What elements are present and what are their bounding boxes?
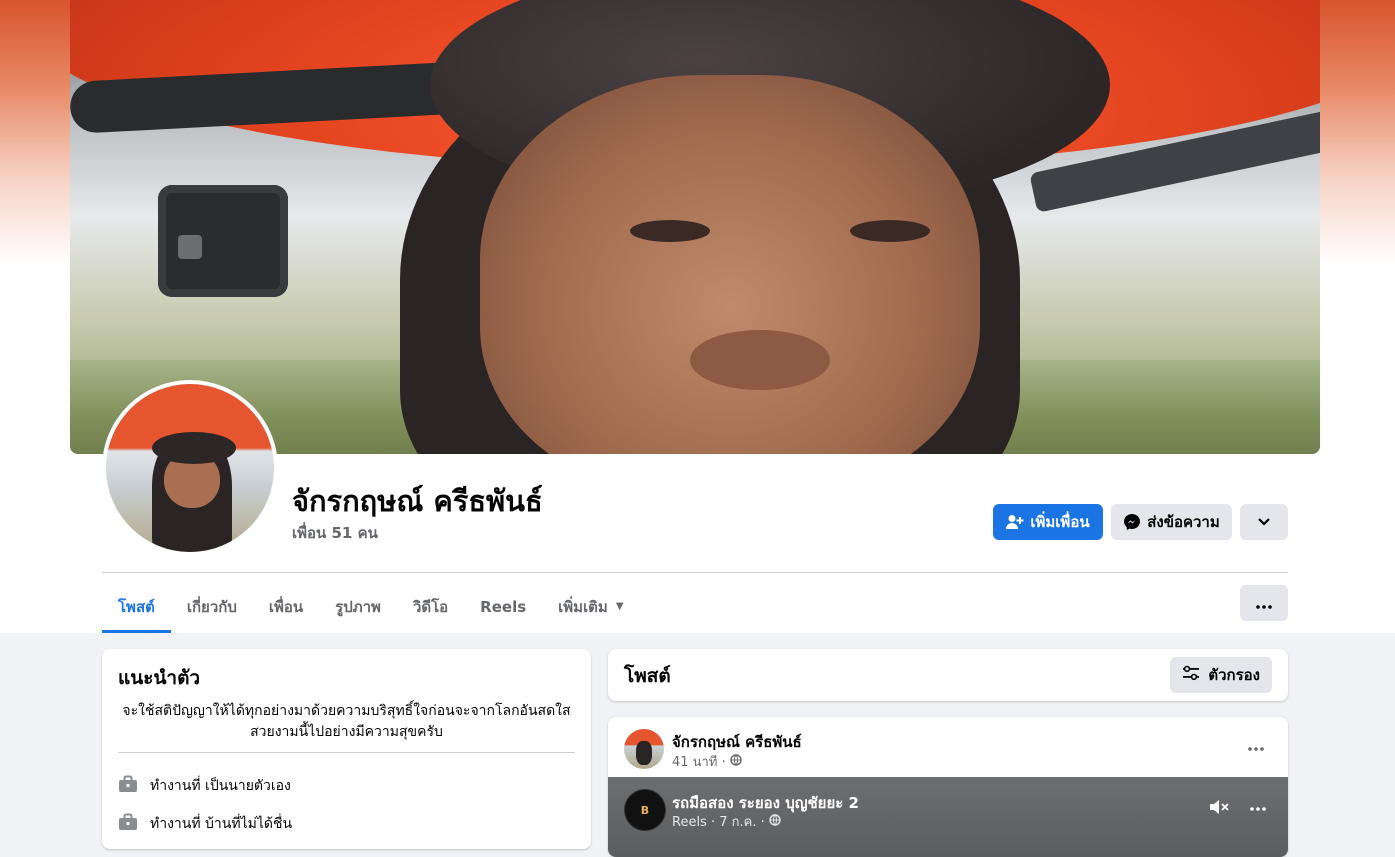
ellipsis-icon xyxy=(1256,594,1272,613)
intro-title: แนะนำตัว xyxy=(118,667,201,689)
tab-label: Reels xyxy=(480,597,527,616)
briefcase-icon xyxy=(118,813,138,835)
tab-label: วิดีโอ xyxy=(412,597,449,616)
briefcase-icon xyxy=(118,775,138,797)
post-meta: 41 นาที · xyxy=(672,751,742,772)
tab-friends[interactable]: เพื่อน xyxy=(253,580,319,633)
tab-label: เกี่ยวกับ xyxy=(186,597,237,616)
cover-face xyxy=(480,75,980,454)
filter-button[interactable]: ตัวกรอง xyxy=(1170,657,1272,693)
tab-reels[interactable]: Reels xyxy=(464,580,542,633)
ellipsis-icon xyxy=(1248,747,1264,751)
more-options-button[interactable] xyxy=(1240,585,1288,621)
friends-count[interactable]: เพื่อน 51 คน xyxy=(292,521,378,545)
tab-photos[interactable]: รูปภาพ xyxy=(319,580,397,633)
chevron-down-icon xyxy=(1257,517,1271,527)
intro-item-text: ทำงานที่ บ้านที่ไม่ได้ชื่น xyxy=(150,816,293,832)
tab-about[interactable]: เกี่ยวกับ xyxy=(171,580,253,633)
posts-header: โพสต์ ตัวกรอง xyxy=(608,649,1288,701)
profile-tabs: โพสต์ เกี่ยวกับ เพื่อน รูปภาพ วิดีโอ Ree… xyxy=(102,580,640,633)
reel-options-button[interactable] xyxy=(1250,795,1266,816)
cover-nose xyxy=(690,330,830,390)
profile-options-button[interactable] xyxy=(1240,504,1288,540)
intro-card: แนะนำตัว จะใช้สติปัญญาให้ได้ทุกอย่างมาด้… xyxy=(102,649,591,849)
post-time[interactable]: 41 นาที · xyxy=(672,751,726,772)
profile-name: จักรกฤษณ์ ครีธพันธ์ xyxy=(292,484,543,518)
reel-meta: Reels · 7 ก.ค. · xyxy=(672,811,781,832)
add-friend-button[interactable]: เพิ่มเพื่อน xyxy=(993,504,1103,540)
cover-photo[interactable] xyxy=(70,0,1320,454)
muted-speaker-icon xyxy=(1210,800,1229,814)
avatar-cap xyxy=(152,432,236,464)
tab-more[interactable]: เพิ่มเติม ▼ xyxy=(542,580,639,633)
caret-down-icon: ▼ xyxy=(615,601,624,612)
ellipsis-icon xyxy=(1250,807,1266,811)
add-friend-label: เพิ่มเพื่อน xyxy=(1030,513,1090,531)
profile-picture[interactable] xyxy=(102,380,278,556)
tab-posts[interactable]: โพสต์ xyxy=(102,580,171,633)
posts-title: โพสต์ xyxy=(624,665,671,687)
tab-label: เพื่อน xyxy=(268,597,304,616)
cover-eye-left xyxy=(630,220,710,242)
tab-label: โพสต์ xyxy=(118,597,155,616)
filter-icon xyxy=(1182,665,1200,685)
intro-divider xyxy=(118,752,575,753)
message-button[interactable]: ส่งข้อความ xyxy=(1111,504,1232,540)
post-card: จักรกฤษณ์ ครีธพันธ์ 41 นาที · B รถมือสอง… xyxy=(608,717,1288,857)
intro-item-text: ทำงานที่ เป็นนายตัวเอง xyxy=(150,778,291,794)
filter-label: ตัวกรอง xyxy=(1208,666,1260,684)
globe-icon xyxy=(769,813,781,830)
avatar xyxy=(106,384,274,552)
reel-avatar-text: B xyxy=(640,803,650,817)
messenger-icon xyxy=(1123,513,1141,531)
intro-item-work: ทำงานที่ เป็นนายตัวเอง xyxy=(118,775,291,797)
post-options-button[interactable] xyxy=(1248,735,1264,756)
add-person-icon xyxy=(1006,514,1024,530)
tab-videos[interactable]: วิดีโอ xyxy=(397,580,464,633)
header-divider xyxy=(102,572,1288,573)
mute-button[interactable] xyxy=(1208,797,1230,821)
tab-label: เพิ่มเติม xyxy=(558,597,608,616)
cover-eye-right xyxy=(850,220,930,242)
cover-lamp xyxy=(158,185,288,297)
reel-preview[interactable]: B รถมือสอง ระยอง บุญชัยยะ 2 Reels · 7 ก.… xyxy=(608,777,1288,857)
reel-date[interactable]: Reels · 7 ก.ค. · xyxy=(672,811,765,832)
intro-bio: จะใช้สติปัญญาให้ได้ทุกอย่างมาด้วยความบริ… xyxy=(122,703,571,740)
post-author-avatar[interactable] xyxy=(624,729,664,769)
message-label: ส่งข้อความ xyxy=(1147,513,1220,531)
globe-icon xyxy=(730,753,742,770)
intro-item-work: ทำงานที่ บ้านที่ไม่ได้ชื่น xyxy=(118,813,292,835)
tab-label: รูปภาพ xyxy=(335,597,381,616)
